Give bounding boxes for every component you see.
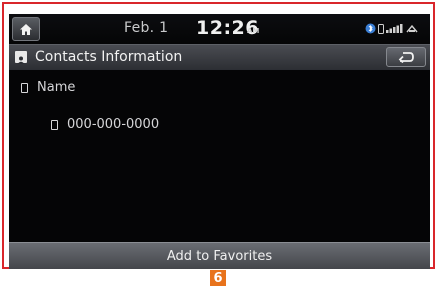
- status-bar: Feb. 1 12:26 AM: [9, 14, 430, 44]
- contact-name: Name: [37, 80, 76, 95]
- contact-card-icon: [15, 51, 27, 64]
- head-unit-screen: Feb. 1 12:26 AM Contacts Information Nam…: [9, 14, 430, 269]
- person-icon: [21, 82, 28, 93]
- contact-phone-row[interactable]: 000-000-0000: [51, 117, 159, 132]
- date-display: Feb. 1: [124, 20, 169, 36]
- phone-status-icon: [378, 23, 384, 34]
- callout-number-badge: 6: [210, 270, 226, 286]
- bluetooth-icon: [365, 23, 376, 34]
- battery-icon: [406, 24, 418, 32]
- back-arrow-icon: [398, 52, 414, 63]
- home-icon: [20, 23, 32, 35]
- back-button[interactable]: [386, 47, 426, 67]
- ampm-indicator: AM: [247, 27, 260, 35]
- page-title: Contacts Information: [35, 49, 183, 65]
- status-icons: [365, 23, 418, 34]
- signal-strength-icon: [386, 24, 403, 33]
- phone-icon: [51, 119, 58, 130]
- title-bar: Contacts Information: [9, 44, 430, 70]
- contact-name-row: Name: [21, 80, 75, 95]
- contact-phone-number: 000-000-0000: [67, 117, 160, 132]
- home-button[interactable]: [12, 17, 40, 41]
- add-to-favorites-button[interactable]: Add to Favorites: [9, 242, 430, 269]
